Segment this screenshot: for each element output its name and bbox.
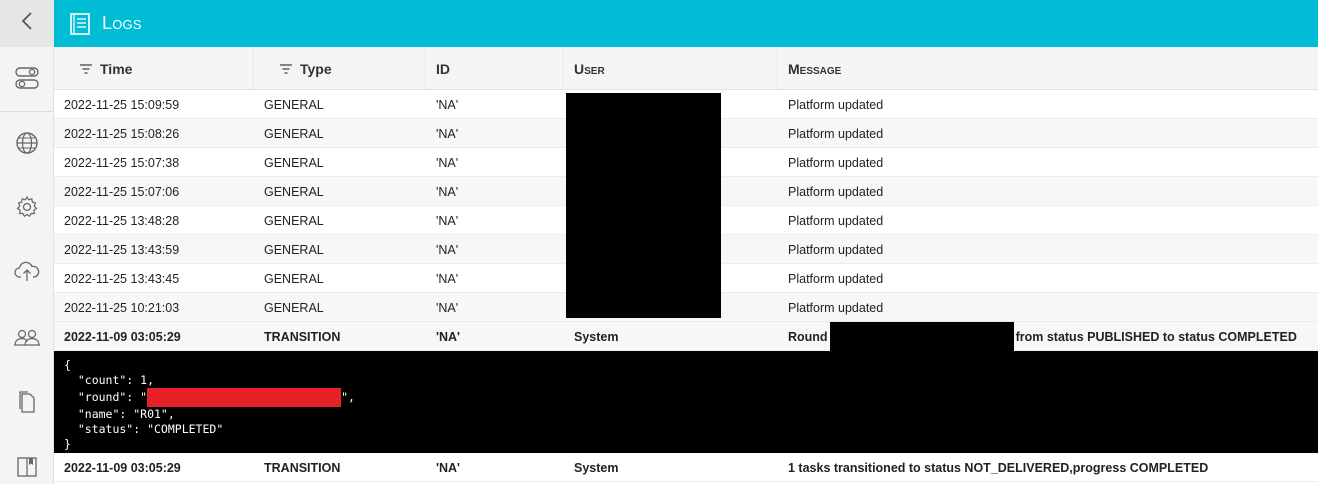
chevron-left-icon bbox=[20, 11, 34, 36]
cell-message: Platform updated bbox=[788, 97, 884, 112]
sidebar-divider bbox=[0, 111, 54, 112]
cell-time: 2022-11-25 15:07:06 bbox=[64, 184, 180, 199]
table-row[interactable]: 2022-11-09 03:05:29 TRANSITION 'NA' Syst… bbox=[54, 453, 1318, 482]
cell-type: TRANSITION bbox=[264, 460, 341, 475]
json-detail: { "count": 1, "round": " ", "name": "R01"… bbox=[54, 351, 1318, 453]
column-label-user: User bbox=[574, 60, 605, 77]
column-header-user[interactable]: User bbox=[564, 47, 778, 90]
cell-type: GENERAL bbox=[264, 126, 324, 141]
cell-time: 2022-11-25 15:08:26 bbox=[64, 126, 180, 141]
json-line: "count": 1, bbox=[64, 373, 155, 387]
cell-user: System bbox=[574, 329, 619, 344]
page-header: Logs bbox=[54, 0, 1318, 47]
book-icon bbox=[15, 455, 39, 484]
filter-icon[interactable] bbox=[280, 63, 292, 74]
cell-time: 2022-11-25 13:48:28 bbox=[64, 213, 180, 228]
gear-icon bbox=[15, 195, 39, 224]
cell-message: Platform updated bbox=[788, 300, 884, 315]
sidebar bbox=[0, 0, 54, 484]
json-line: { bbox=[64, 358, 71, 372]
sidebar-item-settings[interactable] bbox=[0, 189, 54, 229]
cell-time: 2022-11-25 13:43:59 bbox=[64, 242, 180, 257]
message-prefix: Round bbox=[788, 329, 828, 344]
sidebar-item-upload[interactable] bbox=[0, 253, 54, 293]
cell-time: 2022-11-09 03:05:29 bbox=[64, 460, 181, 475]
page-title: Logs bbox=[102, 13, 142, 33]
column-header-type[interactable]: Type bbox=[254, 47, 426, 90]
cell-message: Platform updated bbox=[788, 155, 884, 170]
cell-id: 'NA' bbox=[436, 242, 459, 257]
table-row-expanded[interactable]: 2022-11-09 03:05:29 TRANSITION 'NA' Syst… bbox=[54, 322, 1318, 351]
json-round-prefix: "round": " bbox=[64, 390, 148, 404]
json-line: "name": "R01", bbox=[64, 407, 175, 421]
documents-icon bbox=[16, 390, 38, 419]
cell-message: 1 tasks transitioned to status NOT_DELIV… bbox=[788, 460, 1209, 475]
sidebar-item-toggles[interactable] bbox=[0, 60, 54, 100]
sidebar-item-users[interactable] bbox=[0, 320, 54, 360]
cell-type: GENERAL bbox=[264, 184, 324, 199]
back-button[interactable] bbox=[0, 0, 54, 47]
globe-icon bbox=[15, 131, 39, 160]
cell-message: Round from status PUBLISHED to status CO… bbox=[778, 322, 1318, 351]
users-icon bbox=[13, 327, 41, 354]
cell-time: 2022-11-25 13:43:45 bbox=[64, 271, 180, 286]
sidebar-item-globe[interactable] bbox=[0, 125, 54, 165]
app: Logs Time Type ID User Message 2022-11-2… bbox=[0, 0, 1318, 484]
cell-message: Platform updated bbox=[788, 184, 884, 199]
cell-id: 'NA' bbox=[436, 97, 459, 112]
json-line: } bbox=[64, 437, 71, 451]
json-round-suffix: ", bbox=[341, 390, 355, 404]
column-header-time[interactable]: Time bbox=[54, 47, 254, 90]
redacted-block bbox=[566, 93, 721, 318]
sidebar-item-book[interactable] bbox=[0, 449, 54, 484]
json-line: "status": "COMPLETED" bbox=[64, 422, 224, 436]
cloud-upload-icon bbox=[14, 260, 40, 287]
cell-id: 'NA' bbox=[436, 271, 459, 286]
cell-id: 'NA' bbox=[436, 213, 459, 228]
column-label-message: Message bbox=[788, 60, 842, 77]
column-label-type: Type bbox=[300, 60, 332, 77]
cell-type: TRANSITION bbox=[264, 329, 341, 344]
column-header-message[interactable]: Message bbox=[778, 47, 1318, 90]
cell-type: GENERAL bbox=[264, 271, 324, 286]
cell-message: Platform updated bbox=[788, 271, 884, 286]
cell-time: 2022-11-25 10:21:03 bbox=[64, 300, 180, 315]
logs-table: Time Type ID User Message 2022-11-25 15:… bbox=[54, 47, 1318, 482]
cell-id: 'NA' bbox=[436, 184, 459, 199]
cell-type: GENERAL bbox=[264, 242, 324, 257]
cell-id: 'NA' bbox=[436, 460, 460, 475]
sidebar-item-documents[interactable] bbox=[0, 384, 54, 424]
cell-message: Platform updated bbox=[788, 242, 884, 257]
cell-user: System bbox=[574, 460, 619, 475]
redacted-block bbox=[147, 388, 342, 407]
column-label-id: ID bbox=[436, 60, 450, 77]
logs-icon bbox=[68, 12, 92, 36]
cell-type: GENERAL bbox=[264, 213, 324, 228]
cell-time: 2022-11-09 03:05:29 bbox=[64, 329, 181, 344]
table-header: Time Type ID User Message bbox=[54, 47, 1318, 90]
json-line: "round": " ", bbox=[64, 388, 1308, 407]
cell-id: 'NA' bbox=[436, 155, 459, 170]
column-header-id[interactable]: ID bbox=[426, 47, 564, 90]
cell-id: 'NA' bbox=[436, 300, 459, 315]
column-label-time: Time bbox=[100, 60, 133, 77]
cell-type: GENERAL bbox=[264, 300, 324, 315]
message-suffix: from status PUBLISHED to status COMPLETE… bbox=[1015, 329, 1297, 344]
cell-time: 2022-11-25 15:09:59 bbox=[64, 97, 180, 112]
cell-time: 2022-11-25 15:07:38 bbox=[64, 155, 180, 170]
cell-type: GENERAL bbox=[264, 155, 324, 170]
filter-icon[interactable] bbox=[80, 63, 92, 74]
redacted-block bbox=[829, 322, 1014, 351]
cell-id: 'NA' bbox=[436, 329, 460, 344]
cell-message: Platform updated bbox=[788, 126, 884, 141]
cell-type: GENERAL bbox=[264, 97, 324, 112]
toggle-icon bbox=[14, 66, 40, 95]
cell-message: Platform updated bbox=[788, 213, 884, 228]
cell-id: 'NA' bbox=[436, 126, 459, 141]
